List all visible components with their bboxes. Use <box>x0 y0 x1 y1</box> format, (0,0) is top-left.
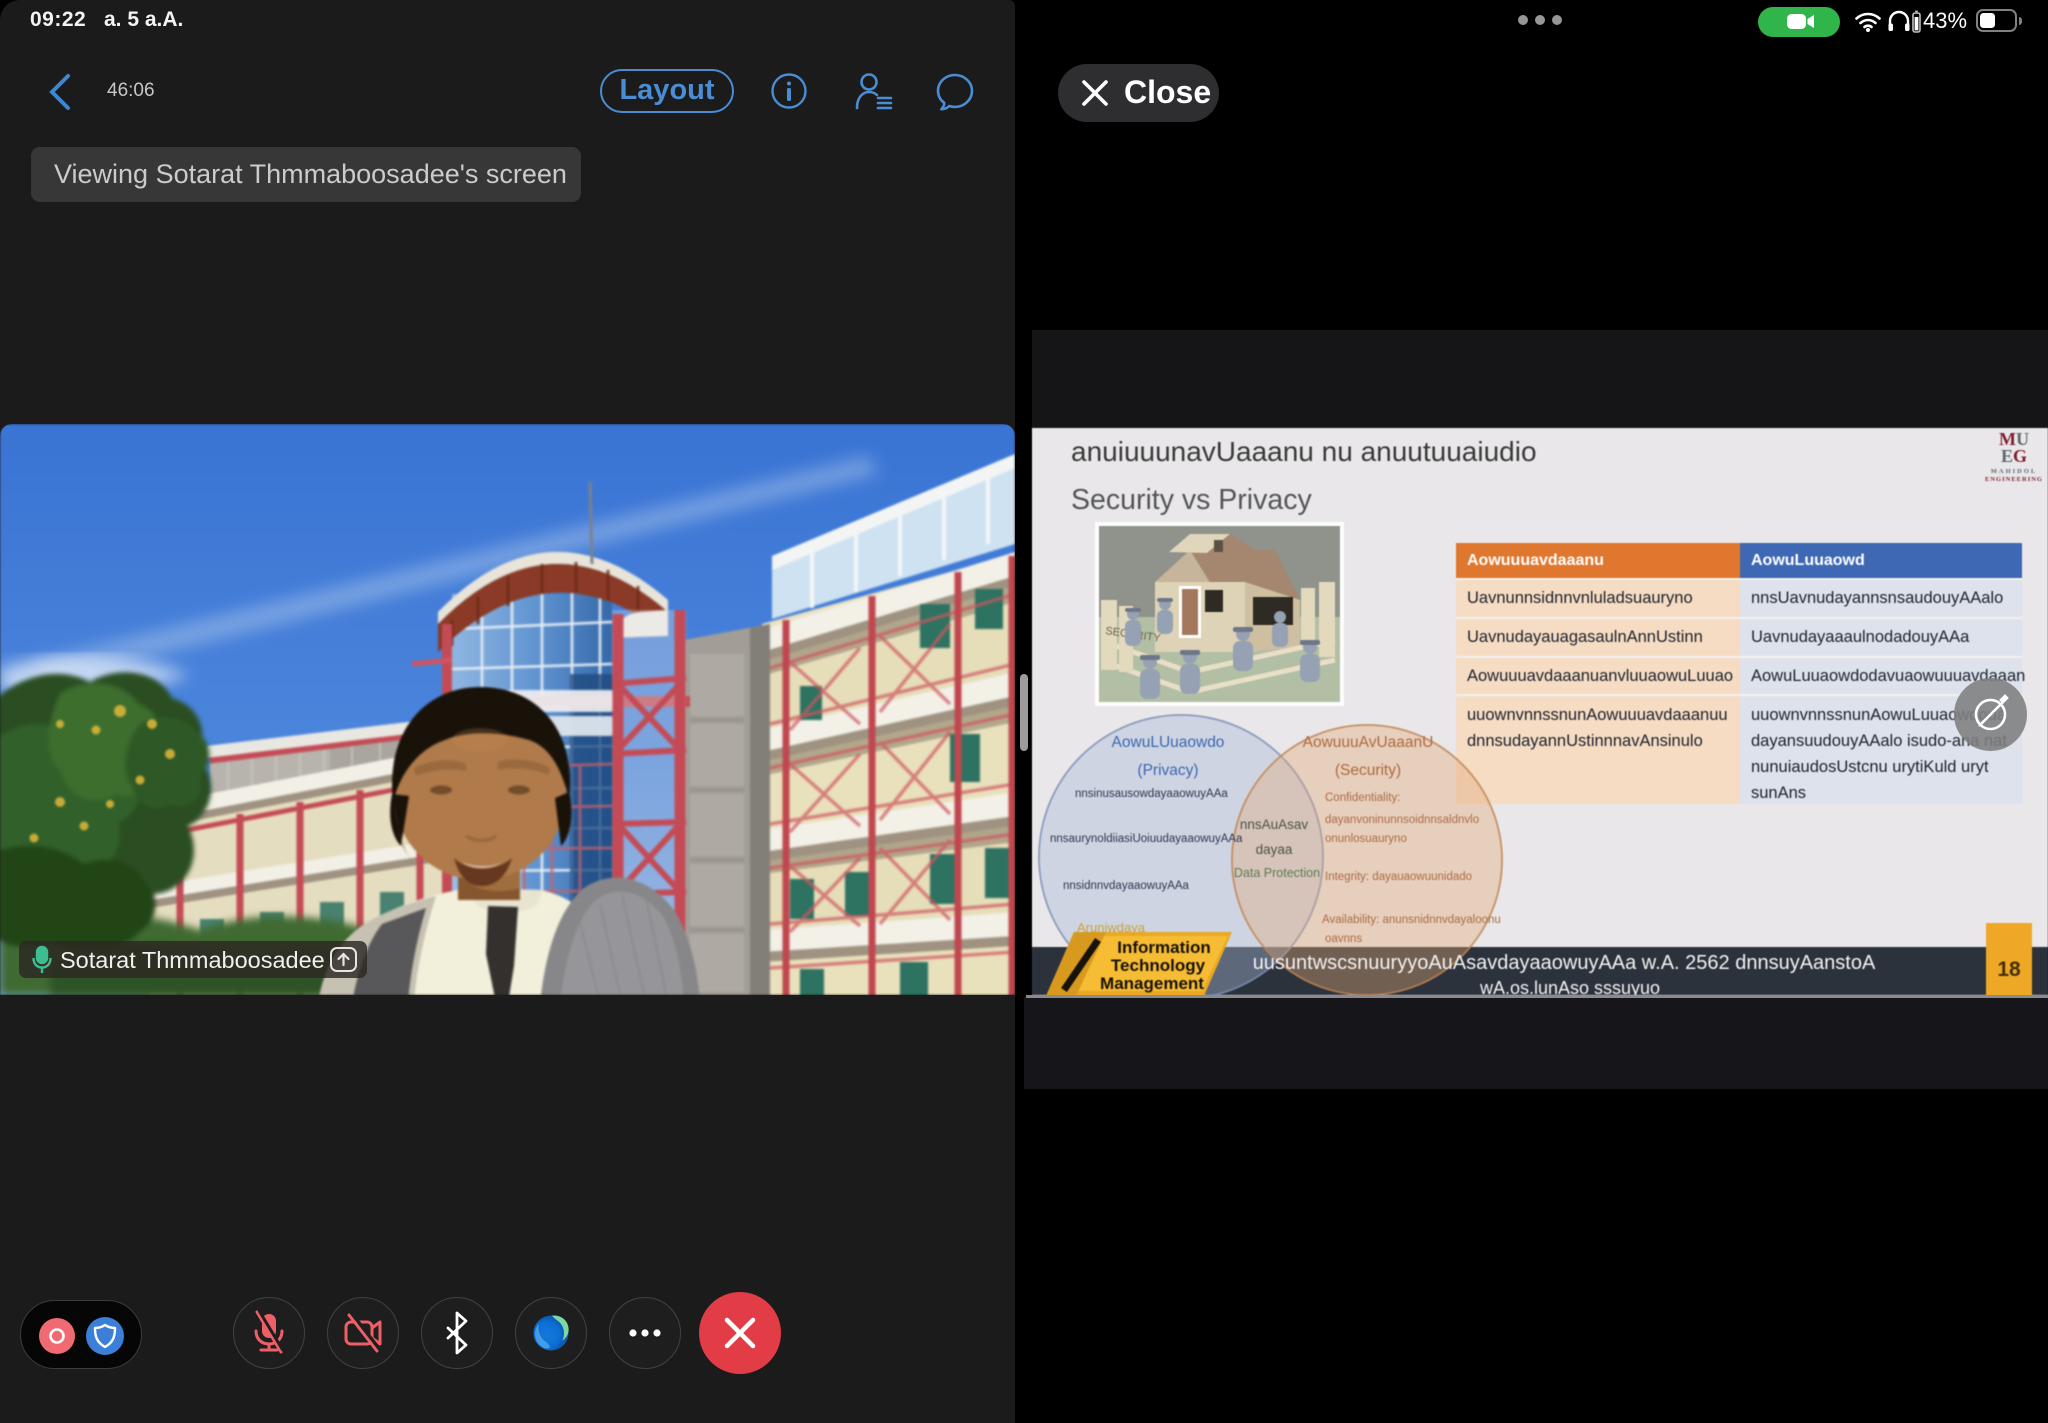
svg-text:Management: Management <box>1100 974 1204 993</box>
svg-text:Information: Information <box>1117 938 1211 957</box>
svg-text:Technology: Technology <box>1111 956 1206 975</box>
